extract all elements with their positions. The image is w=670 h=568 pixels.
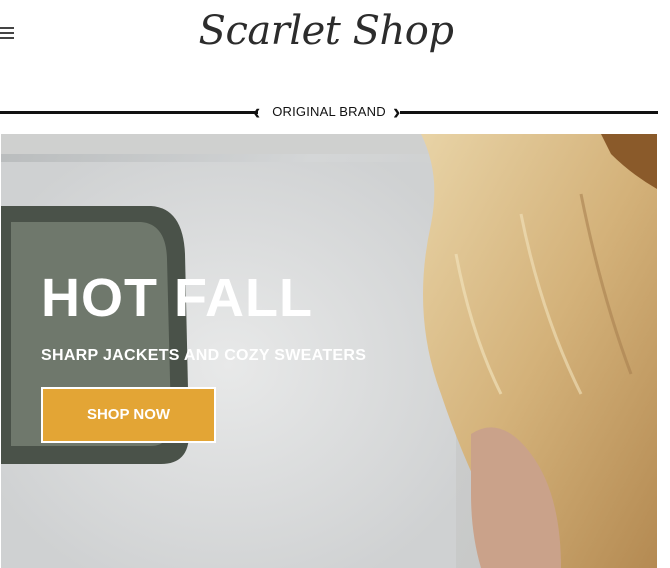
hero-subtitle: SHARP JACKETS AND COZY SWEATERS xyxy=(41,347,367,364)
divider-line-right xyxy=(400,111,658,114)
hero-title: HOT FALL xyxy=(41,268,313,328)
shop-now-button[interactable]: SHOP NOW xyxy=(41,387,216,443)
brand-divider: ‹ ORIGINAL BRAND › xyxy=(0,96,670,128)
brand-label: ORIGINAL BRAND xyxy=(272,104,386,119)
site-header: Scarlet Shop xyxy=(0,0,670,95)
chevron-left-icon: ‹ xyxy=(253,99,261,124)
site-logo[interactable]: Scarlet Shop xyxy=(0,8,661,54)
hero-banner: HOT FALL SHARP JACKETS AND COZY SWEATERS… xyxy=(1,134,657,568)
divider-line-left xyxy=(0,111,258,114)
